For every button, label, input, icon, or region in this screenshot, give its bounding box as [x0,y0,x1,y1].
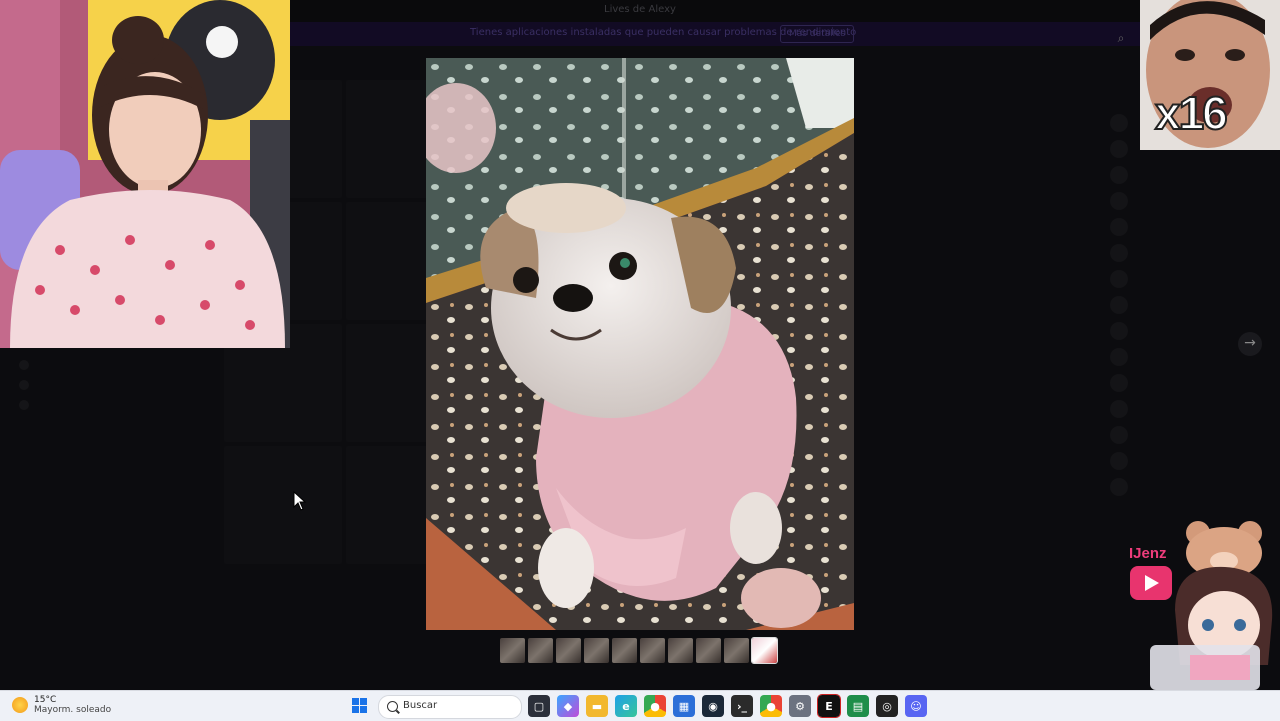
channel-item[interactable] [44,406,214,428]
spreadsheet-icon[interactable]: ▤ [847,695,869,717]
avatar [1110,218,1128,236]
task-view-icon[interactable]: ▢ [528,695,550,717]
search-placeholder: Buscar [403,700,438,711]
windows-logo-icon [352,698,359,705]
banner-button[interactable]: Más detalles [780,25,855,43]
avatar [1110,270,1128,288]
member-list [1110,110,1270,500]
member-item[interactable] [1110,370,1270,396]
settings-icon[interactable]: ⚙ [789,695,811,717]
search-icon [387,701,398,712]
pinned-apps: ▢ ◆ ▬ e ● ▦ ◉ ›_ ● ⚙ E ▤ ◎ ☺ [528,694,927,718]
edge-icon[interactable]: e [615,695,637,717]
thumbnail-active[interactable] [751,637,778,664]
member-item[interactable] [1110,422,1270,448]
channel-item[interactable] [44,560,214,582]
next-image-button[interactable]: → [1238,332,1262,356]
weather-description: Mayorm. soleado [34,705,112,715]
zoom-icon[interactable]: ⌕ [1110,28,1132,48]
avatar [1110,400,1128,418]
thumbnail[interactable] [696,638,721,663]
thumbnail[interactable] [556,638,581,663]
chrome-icon[interactable]: ● [644,695,666,717]
taskbar-search[interactable]: Buscar [378,695,522,719]
member-item[interactable] [1110,162,1270,188]
member-item[interactable] [1110,266,1270,292]
thumbnail[interactable] [612,638,637,663]
weather-widget[interactable]: 15°C Mayorm. soleado [12,695,111,715]
chrome-dev-icon[interactable]: ● [760,695,782,717]
member-item[interactable] [1110,214,1270,240]
avatar [1110,452,1128,470]
avatar [1110,114,1128,132]
member-item[interactable] [1110,240,1270,266]
avatar [1110,192,1128,210]
copilot-icon[interactable]: ◆ [557,695,579,717]
channel-item[interactable] [44,582,214,604]
terminal-icon[interactable]: ›_ [731,695,753,717]
webcam-overlay [0,0,290,348]
steam-icon[interactable]: ◉ [702,695,724,717]
taskbar: 15°C Mayorm. soleado Buscar ▢ ◆ ▬ e ● ▦ … [0,690,1280,721]
member-item[interactable] [1110,292,1270,318]
channel-item[interactable] [44,472,214,494]
avatar [1110,426,1128,444]
thumbnail-strip [500,637,778,664]
channel-item[interactable] [44,428,214,450]
streamer-avatar [1150,521,1273,690]
thumbnail[interactable] [724,638,749,663]
start-button[interactable] [352,698,368,714]
channel-item[interactable] [44,516,214,538]
media-thumbnail[interactable] [224,446,342,564]
thumbnail[interactable] [640,638,665,663]
obs-icon[interactable]: ◎ [876,695,898,717]
server-rail [12,350,36,420]
epic-games-icon[interactable]: E [817,694,841,718]
channel-item[interactable] [44,494,214,516]
thumbnail[interactable] [528,638,553,663]
member-item[interactable] [1110,448,1270,474]
member-item[interactable] [1110,474,1270,500]
channel-item[interactable] [44,538,214,560]
avatar [1110,374,1128,392]
avatar [1110,296,1128,314]
channel-list [44,340,214,604]
channel-item[interactable] [44,450,214,472]
thumbnail[interactable] [668,638,693,663]
avatar [1110,140,1128,158]
store-icon[interactable]: ▦ [673,695,695,717]
discord-icon[interactable]: ☺ [905,695,927,717]
reaction-label: x16 [1154,86,1229,140]
member-item[interactable] [1110,396,1270,422]
dog-photo [426,58,854,630]
mouse-cursor-icon [293,491,307,511]
thumbnail[interactable] [584,638,609,663]
avatar [1110,348,1128,366]
channel-item[interactable] [44,384,214,406]
thumbnail[interactable] [500,638,525,663]
channel-item[interactable] [44,362,214,384]
server-icon[interactable] [19,380,29,390]
avatar [1110,166,1128,184]
member-item[interactable] [1110,188,1270,214]
webcam-feed [0,0,290,348]
server-icon[interactable] [19,360,29,370]
avatar [1110,478,1128,496]
weather-temperature: 15°C [34,695,57,705]
viewer-image [426,58,854,630]
window-title: Lives de Alexy [604,4,676,15]
sun-icon [12,697,28,713]
file-explorer-icon[interactable]: ▬ [586,695,608,717]
avatar [1110,244,1128,262]
avatar [1110,322,1128,340]
server-icon[interactable] [19,400,29,410]
